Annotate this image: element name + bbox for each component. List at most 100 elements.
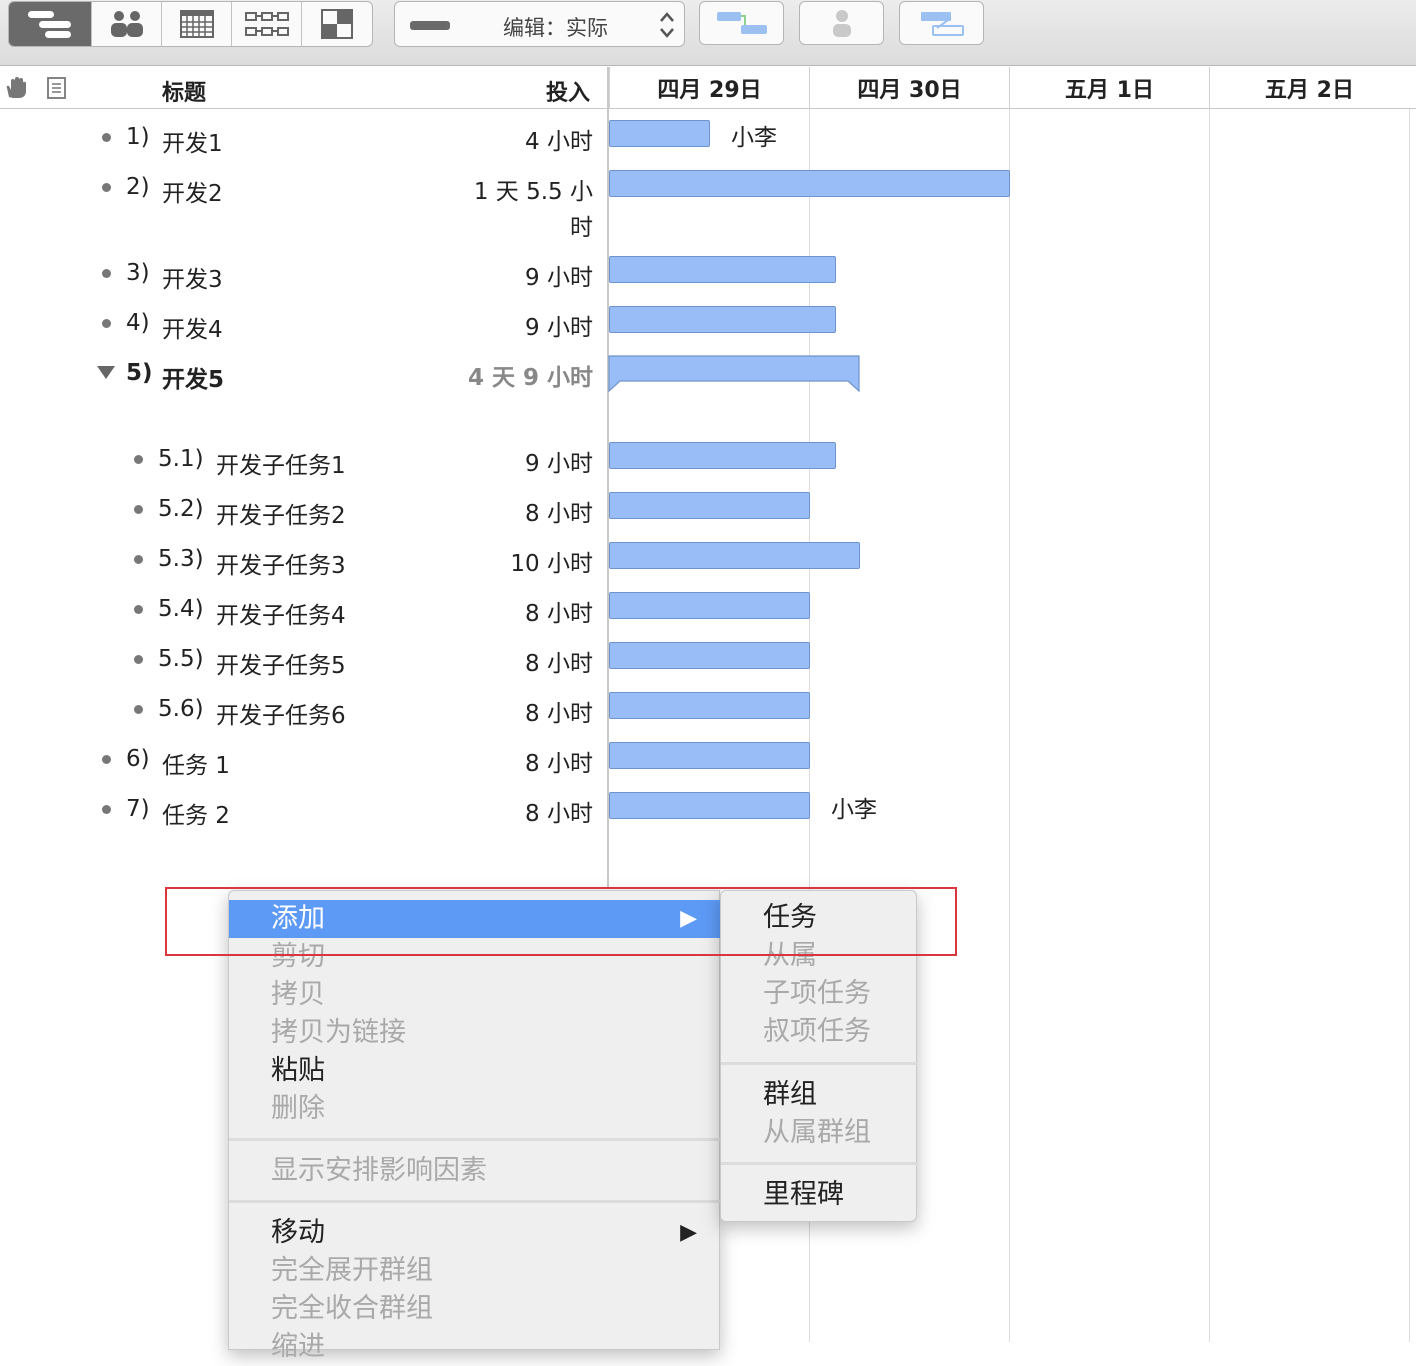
submenu-item-task[interactable]: 任务 bbox=[721, 899, 918, 937]
assign-resource-button[interactable] bbox=[799, 1, 884, 45]
task-number: 1) bbox=[126, 124, 150, 150]
task-effort[interactable]: 8 小时 bbox=[463, 746, 593, 782]
task-title[interactable]: 开发子任务4 bbox=[216, 596, 346, 630]
task-row[interactable]: 3) 开发3 9 小时 bbox=[0, 252, 607, 294]
task-bar[interactable] bbox=[609, 442, 836, 469]
submenu-item-dependent[interactable]: 从属 bbox=[721, 937, 918, 975]
task-number: 5.2) bbox=[158, 496, 204, 522]
task-row[interactable]: 5.5) 开发子任务5 8 小时 bbox=[0, 638, 607, 680]
add-milestone-button[interactable] bbox=[899, 1, 984, 45]
submenu-item-milestone[interactable]: 里程碑 bbox=[721, 1176, 918, 1214]
task-row[interactable]: 5.3) 开发子任务3 10 小时 bbox=[0, 538, 607, 580]
task-row[interactable]: 5.4) 开发子任务4 8 小时 bbox=[0, 588, 607, 630]
bullet-icon bbox=[102, 133, 111, 142]
task-row[interactable]: 2) 开发2 1 天 5.5 小时 bbox=[0, 166, 607, 252]
task-bar[interactable] bbox=[609, 742, 810, 769]
task-title[interactable]: 开发5 bbox=[162, 360, 224, 394]
task-title[interactable]: 任务 1 bbox=[162, 746, 230, 780]
edit-mode-select[interactable]: 编辑：实际 bbox=[394, 1, 685, 47]
group-row[interactable]: 5) 开发5 4 天 9 小时 bbox=[0, 352, 607, 438]
hand-icon[interactable] bbox=[4, 77, 28, 99]
task-effort[interactable]: 8 小时 bbox=[463, 696, 593, 732]
menu-item-collapse-all-groups[interactable]: 完全收合群组 bbox=[229, 1290, 721, 1328]
calendar-view-button[interactable] bbox=[162, 2, 232, 46]
menu-item-label: 剪切 bbox=[271, 941, 325, 972]
task-effort[interactable]: 4 小时 bbox=[463, 124, 593, 160]
task-row[interactable]: 5.6) 开发子任务6 8 小时 bbox=[0, 688, 607, 730]
resources-view-button[interactable] bbox=[92, 2, 162, 46]
submenu-item-child-task[interactable]: 子项任务 bbox=[721, 975, 918, 1013]
task-bar[interactable] bbox=[609, 642, 810, 669]
task-bar[interactable] bbox=[609, 120, 710, 147]
task-bar[interactable] bbox=[609, 170, 1010, 197]
task-title[interactable]: 开发3 bbox=[162, 260, 223, 294]
task-effort[interactable]: 9 小时 bbox=[463, 260, 593, 296]
task-effort[interactable]: 10 小时 bbox=[463, 546, 593, 582]
task-title[interactable]: 开发子任务6 bbox=[216, 696, 346, 730]
title-column-header[interactable]: 标题 bbox=[162, 75, 206, 107]
effort-column-header[interactable]: 投入 bbox=[546, 75, 590, 107]
task-bar[interactable] bbox=[609, 692, 810, 719]
task-row[interactable]: 5.2) 开发子任务2 8 小时 bbox=[0, 488, 607, 530]
menu-item-label: 移动 bbox=[271, 1217, 325, 1248]
styles-view-icon bbox=[321, 9, 353, 39]
task-effort[interactable]: 8 小时 bbox=[463, 646, 593, 682]
task-number: 6) bbox=[126, 746, 150, 772]
menu-item-move[interactable]: 移动 ▶ bbox=[229, 1214, 721, 1252]
task-row[interactable]: 5.1) 开发子任务1 9 小时 bbox=[0, 438, 607, 480]
task-bar[interactable] bbox=[609, 542, 860, 569]
connect-tasks-button[interactable] bbox=[699, 1, 784, 45]
task-effort[interactable]: 9 小时 bbox=[463, 310, 593, 346]
bullet-icon bbox=[134, 455, 143, 464]
menu-item-add[interactable]: 添加 ▶ bbox=[229, 900, 721, 938]
task-bar[interactable] bbox=[609, 592, 810, 619]
menu-item-indent[interactable]: 缩进 bbox=[229, 1328, 721, 1366]
notes-icon[interactable] bbox=[47, 77, 67, 99]
gantt-view-button[interactable] bbox=[9, 2, 92, 46]
toolbar: 编辑：实际 bbox=[0, 0, 1416, 66]
task-effort[interactable]: 9 小时 bbox=[463, 446, 593, 482]
menu-item-expand-all-groups[interactable]: 完全展开群组 bbox=[229, 1252, 721, 1290]
task-bar[interactable] bbox=[609, 306, 836, 333]
task-title[interactable]: 开发子任务2 bbox=[216, 496, 346, 530]
task-number: 7) bbox=[126, 796, 150, 822]
submenu-item-group[interactable]: 群组 bbox=[721, 1076, 918, 1114]
menu-item-cut[interactable]: 剪切 bbox=[229, 938, 721, 976]
styles-view-button[interactable] bbox=[302, 2, 372, 46]
task-title[interactable]: 开发1 bbox=[162, 124, 223, 158]
task-number: 5.1) bbox=[158, 446, 204, 472]
submenu-item-uncle-task[interactable]: 叔项任务 bbox=[721, 1013, 918, 1051]
task-title[interactable]: 开发子任务5 bbox=[216, 646, 346, 680]
task-bar[interactable] bbox=[609, 256, 836, 283]
task-title[interactable]: 任务 2 bbox=[162, 796, 230, 830]
network-view-button[interactable] bbox=[232, 2, 302, 46]
task-effort[interactable]: 1 天 5.5 小时 bbox=[463, 174, 593, 246]
menu-item-copy-as-link[interactable]: 拷贝为链接 bbox=[229, 1014, 721, 1052]
menu-separator bbox=[721, 1062, 918, 1065]
menu-item-show-scheduling-influences[interactable]: 显示安排影响因素 bbox=[229, 1152, 721, 1190]
group-bar[interactable] bbox=[608, 355, 862, 393]
bullet-icon bbox=[102, 755, 111, 764]
date-header: 四月 29日 bbox=[609, 67, 809, 109]
menu-item-paste[interactable]: 粘贴 bbox=[229, 1052, 721, 1090]
menu-item-copy[interactable]: 拷贝 bbox=[229, 976, 721, 1014]
task-row[interactable]: 4) 开发4 9 小时 bbox=[0, 302, 607, 344]
task-title[interactable]: 开发子任务1 bbox=[216, 446, 346, 480]
menu-item-label: 完全收合群组 bbox=[271, 1293, 433, 1324]
task-row[interactable]: 7) 任务 2 8 小时 bbox=[0, 788, 607, 830]
menu-item-delete[interactable]: 删除 bbox=[229, 1090, 721, 1128]
task-number: 3) bbox=[126, 260, 150, 286]
task-row[interactable]: 6) 任务 1 8 小时 bbox=[0, 738, 607, 780]
task-effort[interactable]: 8 小时 bbox=[463, 796, 593, 832]
task-title[interactable]: 开发2 bbox=[162, 174, 223, 208]
disclosure-triangle-icon[interactable] bbox=[97, 366, 115, 379]
task-title[interactable]: 开发子任务3 bbox=[216, 546, 346, 580]
task-title[interactable]: 开发4 bbox=[162, 310, 223, 344]
task-bar[interactable] bbox=[609, 492, 810, 519]
connect-tasks-icon bbox=[716, 12, 767, 34]
submenu-item-dependent-group[interactable]: 从属群组 bbox=[721, 1114, 918, 1152]
task-bar[interactable] bbox=[609, 792, 810, 819]
task-effort[interactable]: 8 小时 bbox=[463, 496, 593, 532]
task-effort[interactable]: 8 小时 bbox=[463, 596, 593, 632]
task-row[interactable]: 1) 开发1 4 小时 bbox=[0, 116, 607, 158]
